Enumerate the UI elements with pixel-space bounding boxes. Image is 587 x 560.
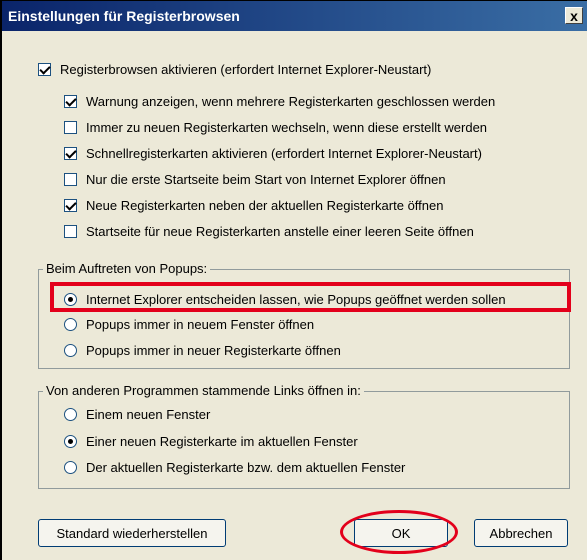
popup-new-window-radio[interactable]: Popups immer in neuem Fenster öffnen — [64, 314, 314, 334]
links-current-tab-radio[interactable]: Der aktuellen Registerkarte bzw. dem akt… — [64, 457, 405, 477]
highlight-annotation — [50, 282, 571, 312]
checkbox-icon — [38, 62, 51, 76]
radio-icon — [64, 317, 77, 331]
radio-icon — [64, 343, 77, 357]
radio-label: Popups immer in neuer Registerkarte öffn… — [86, 342, 341, 358]
checkbox-label: Registerbrowsen aktivieren (erfordert In… — [60, 61, 432, 77]
title-bar[interactable]: Einstellungen für Registerbrowsen x — [2, 1, 587, 31]
checkbox-icon — [64, 224, 77, 238]
checkbox-icon — [64, 94, 77, 108]
warn-close-multiple-tabs-checkbox[interactable]: Warnung anzeigen, wenn mehrere Registerk… — [64, 91, 495, 111]
dialog-title: Einstellungen für Registerbrowsen — [8, 8, 240, 24]
close-icon: x — [570, 8, 578, 24]
tabbed-browsing-settings-dialog: Einstellungen für Registerbrowsen x Regi… — [0, 0, 587, 560]
checkbox-icon — [64, 120, 77, 134]
open-tabs-next-to-current-checkbox[interactable]: Neue Registerkarten neben der aktuellen … — [64, 195, 443, 215]
cancel-button[interactable]: Abbrechen — [474, 519, 568, 547]
external-links-group-title: Von anderen Programmen stammende Links ö… — [43, 383, 364, 399]
radio-icon — [64, 460, 77, 474]
open-first-home-page-only-checkbox[interactable]: Nur die erste Startseite beim Start von … — [64, 169, 446, 189]
radio-icon — [64, 407, 77, 421]
links-new-window-radio[interactable]: Einem neuen Fenster — [64, 404, 210, 424]
home-page-for-new-tabs-checkbox[interactable]: Startseite für neue Registerkarten anste… — [64, 221, 474, 241]
button-label: Standard wiederherstellen — [56, 525, 208, 541]
radio-icon — [64, 434, 77, 448]
checkbox-icon — [64, 172, 77, 186]
switch-to-new-tabs-checkbox[interactable]: Immer zu neuen Registerkarten wechseln, … — [64, 117, 487, 137]
button-label: Abbrechen — [489, 525, 553, 541]
checkbox-label: Warnung anzeigen, wenn mehrere Registerk… — [86, 93, 496, 109]
checkbox-label: Schnellregisterkarten aktivieren (erford… — [86, 145, 482, 161]
tabbed-browsing-enable-checkbox[interactable]: Registerbrowsen aktivieren (erfordert In… — [38, 59, 431, 79]
radio-label: Einer neuen Registerkarte im aktuellen F… — [86, 433, 358, 449]
links-new-tab-radio[interactable]: Einer neuen Registerkarte im aktuellen F… — [64, 431, 358, 451]
checkbox-label: Startseite für neue Registerkarten anste… — [86, 223, 474, 239]
checkbox-label: Neue Registerkarten neben der aktuellen … — [86, 197, 444, 213]
popup-new-tab-radio[interactable]: Popups immer in neuer Registerkarte öffn… — [64, 340, 341, 360]
restore-defaults-button[interactable]: Standard wiederherstellen — [38, 519, 226, 547]
close-button[interactable]: x — [565, 7, 583, 24]
popups-group-title: Beim Auftreten von Popups: — [43, 261, 211, 277]
quick-tabs-checkbox[interactable]: Schnellregisterkarten aktivieren (erford… — [64, 143, 482, 163]
checkbox-icon — [64, 198, 77, 212]
checkbox-icon — [64, 146, 77, 160]
checkbox-label: Immer zu neuen Registerkarten wechseln, … — [86, 119, 488, 135]
radio-label: Popups immer in neuem Fenster öffnen — [86, 316, 315, 332]
ok-circle-annotation — [340, 510, 458, 554]
radio-label: Der aktuellen Registerkarte bzw. dem akt… — [86, 459, 406, 475]
checkbox-label: Nur die erste Startseite beim Start von … — [86, 171, 446, 187]
radio-label: Einem neuen Fenster — [86, 406, 211, 422]
